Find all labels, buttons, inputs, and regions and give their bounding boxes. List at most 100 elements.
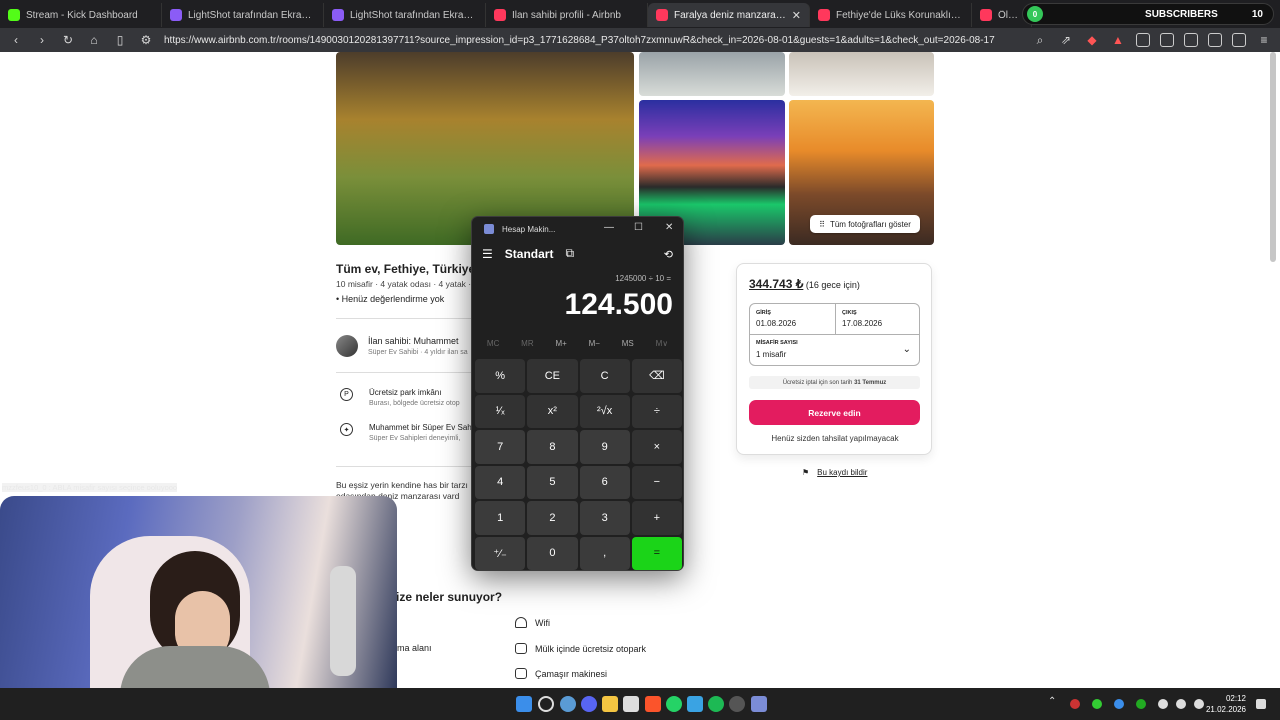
checkin-field[interactable]: 01.08.2026 bbox=[756, 319, 796, 328]
multiply-key[interactable]: × bbox=[631, 430, 682, 464]
sidebar-icon[interactable] bbox=[1184, 33, 1198, 47]
tab-fethiye-villa[interactable]: Fethiye'de Lüks Korunaklı Villa – Öze bbox=[810, 3, 972, 27]
start-icon[interactable] bbox=[516, 696, 532, 712]
memory-store-button[interactable]: MS bbox=[622, 339, 634, 348]
tab-lightshot-1[interactable]: LightShot tarafından Ekran Görüntüs bbox=[162, 3, 324, 27]
close-icon[interactable]: ✕ bbox=[665, 222, 673, 233]
notepad-icon[interactable] bbox=[623, 696, 639, 712]
keep-on-top-icon[interactable]: ⧉ bbox=[565, 246, 574, 261]
brave-shield-icon[interactable]: ◆ bbox=[1084, 33, 1100, 47]
digit-7-key[interactable]: 7 bbox=[475, 430, 526, 464]
tray-app-icon[interactable] bbox=[1070, 699, 1080, 709]
photos-icon[interactable] bbox=[687, 696, 703, 712]
backspace-key[interactable]: ⌫ bbox=[631, 359, 682, 393]
obs-icon[interactable] bbox=[729, 696, 745, 712]
history-icon[interactable]: ⟲ bbox=[664, 248, 673, 261]
zoom-icon[interactable]: ⌕ bbox=[1032, 33, 1048, 48]
digit-2-key[interactable]: 2 bbox=[527, 501, 578, 535]
tab-faralya-villa[interactable]: Faralya deniz manzaralı villa - Fe ✕ bbox=[648, 3, 810, 27]
digit-8-key[interactable]: 8 bbox=[527, 430, 578, 464]
discord-icon[interactable] bbox=[581, 696, 597, 712]
digit-3-key[interactable]: 3 bbox=[579, 501, 630, 535]
listing-photo-3[interactable] bbox=[789, 52, 934, 96]
tray-app-icon[interactable] bbox=[1136, 699, 1146, 709]
tab-lightshot-2[interactable]: LightShot tarafından Ekran Görüntüs bbox=[324, 3, 486, 27]
divide-key[interactable]: ÷ bbox=[631, 394, 682, 428]
media-icon[interactable] bbox=[1160, 33, 1174, 47]
memory-add-button[interactable]: M+ bbox=[555, 339, 566, 348]
site-settings-icon[interactable]: ⚙ bbox=[138, 33, 154, 47]
search-icon[interactable] bbox=[538, 696, 554, 712]
percent-key[interactable]: % bbox=[475, 359, 526, 393]
bookmark-icon[interactable]: ▯ bbox=[112, 33, 128, 47]
clear-entry-key[interactable]: CE bbox=[527, 359, 578, 393]
vpn-icon[interactable] bbox=[1232, 33, 1246, 47]
calculator-app-icon[interactable] bbox=[751, 696, 767, 712]
whatsapp-icon[interactable] bbox=[666, 696, 682, 712]
digit-0-key[interactable]: 0 bbox=[527, 536, 578, 570]
host-summary[interactable]: İlan sahibi: Muhammet Süper Ev Sahibi · … bbox=[336, 335, 468, 357]
report-listing-link[interactable]: ⚑ Bu kaydı bildir bbox=[802, 468, 867, 477]
checkout-field[interactable]: 17.08.2026 bbox=[842, 319, 882, 328]
square-key[interactable]: x² bbox=[527, 394, 578, 428]
square-root-key[interactable]: ²√x bbox=[579, 394, 630, 428]
spotify-icon[interactable] bbox=[708, 696, 724, 712]
back-icon[interactable]: ‹ bbox=[8, 33, 24, 47]
memory-subtract-button[interactable]: M− bbox=[589, 339, 600, 348]
file-explorer-icon[interactable] bbox=[602, 696, 618, 712]
digit-4-key[interactable]: 4 bbox=[475, 465, 526, 499]
system-clock[interactable]: 02:12 21.02.2026 bbox=[1206, 693, 1246, 715]
menu-icon[interactable]: ≡ bbox=[1256, 33, 1272, 47]
extensions-icon[interactable] bbox=[1136, 33, 1150, 47]
wallet-icon[interactable] bbox=[1208, 33, 1222, 47]
digit-9-key[interactable]: 9 bbox=[579, 430, 630, 464]
calculator-titlebar[interactable]: Hesap Makin... — ☐ ✕ bbox=[472, 217, 683, 241]
date-guest-picker[interactable]: GİRİŞ 01.08.2026 ÇIKIŞ 17.08.2026 MİSAFİ… bbox=[749, 303, 920, 366]
volume-icon[interactable] bbox=[1194, 699, 1204, 709]
settings-app-icon[interactable] bbox=[560, 696, 576, 712]
add-key[interactable]: + bbox=[631, 501, 682, 535]
show-all-photos-button[interactable]: ⠿ Tüm fotoğrafları göster bbox=[810, 215, 920, 233]
minimize-icon[interactable]: — bbox=[604, 222, 614, 233]
tab-kick-dashboard[interactable]: Stream - Kick Dashboard bbox=[0, 3, 162, 27]
negate-key[interactable]: ⁺⁄₋ bbox=[475, 536, 526, 570]
brave-icon[interactable] bbox=[645, 696, 661, 712]
total-price[interactable]: 344.743 ₺ bbox=[749, 277, 803, 291]
host-avatar[interactable] bbox=[336, 335, 358, 357]
tray-app-icon[interactable] bbox=[1092, 699, 1102, 709]
decimal-key[interactable]: , bbox=[579, 536, 630, 570]
amenity-washer: Çamaşır makinesi bbox=[515, 668, 607, 679]
guests-field[interactable]: 1 misafir bbox=[756, 350, 786, 359]
url-field[interactable]: https://www.airbnb.com.tr/rooms/14900301… bbox=[164, 35, 1022, 46]
page-scrollbar[interactable] bbox=[1270, 52, 1276, 262]
memory-clear-button[interactable]: MC bbox=[487, 339, 499, 348]
digit-1-key[interactable]: 1 bbox=[475, 501, 526, 535]
hamburger-menu-icon[interactable]: ☰ bbox=[482, 247, 493, 261]
tab-host-profile[interactable]: İlan sahibi profili - Airbnb bbox=[486, 3, 648, 27]
reciprocal-key[interactable]: ¹⁄ₓ bbox=[475, 394, 526, 428]
chevron-up-icon[interactable]: ⌃ bbox=[1048, 696, 1058, 707]
maximize-icon[interactable]: ☐ bbox=[634, 222, 643, 233]
digit-6-key[interactable]: 6 bbox=[579, 465, 630, 499]
washer-icon bbox=[515, 668, 527, 679]
divider bbox=[750, 334, 919, 335]
close-tab-icon[interactable]: ✕ bbox=[792, 9, 801, 22]
notification-icon[interactable] bbox=[1256, 699, 1266, 709]
memory-recall-button[interactable]: MR bbox=[521, 339, 533, 348]
wifi-icon[interactable] bbox=[1176, 699, 1186, 709]
listing-photo-2[interactable] bbox=[639, 52, 785, 96]
rewards-icon[interactable]: ▲ bbox=[1110, 33, 1126, 47]
equals-key[interactable]: = bbox=[631, 536, 682, 570]
home-icon[interactable]: ⌂ bbox=[86, 33, 102, 47]
forward-icon[interactable]: › bbox=[34, 33, 50, 47]
share-icon[interactable]: ⇗ bbox=[1058, 33, 1074, 47]
chevron-down-icon[interactable]: ⌄ bbox=[903, 344, 911, 355]
memory-list-button[interactable]: M∨ bbox=[656, 339, 669, 348]
subtract-key[interactable]: − bbox=[631, 465, 682, 499]
clear-key[interactable]: C bbox=[579, 359, 630, 393]
digit-5-key[interactable]: 5 bbox=[527, 465, 578, 499]
reserve-button[interactable]: Rezerve edin bbox=[749, 400, 920, 425]
bluetooth-icon[interactable] bbox=[1114, 699, 1124, 709]
reload-icon[interactable]: ↻ bbox=[60, 33, 76, 47]
network-icon[interactable] bbox=[1158, 699, 1168, 709]
